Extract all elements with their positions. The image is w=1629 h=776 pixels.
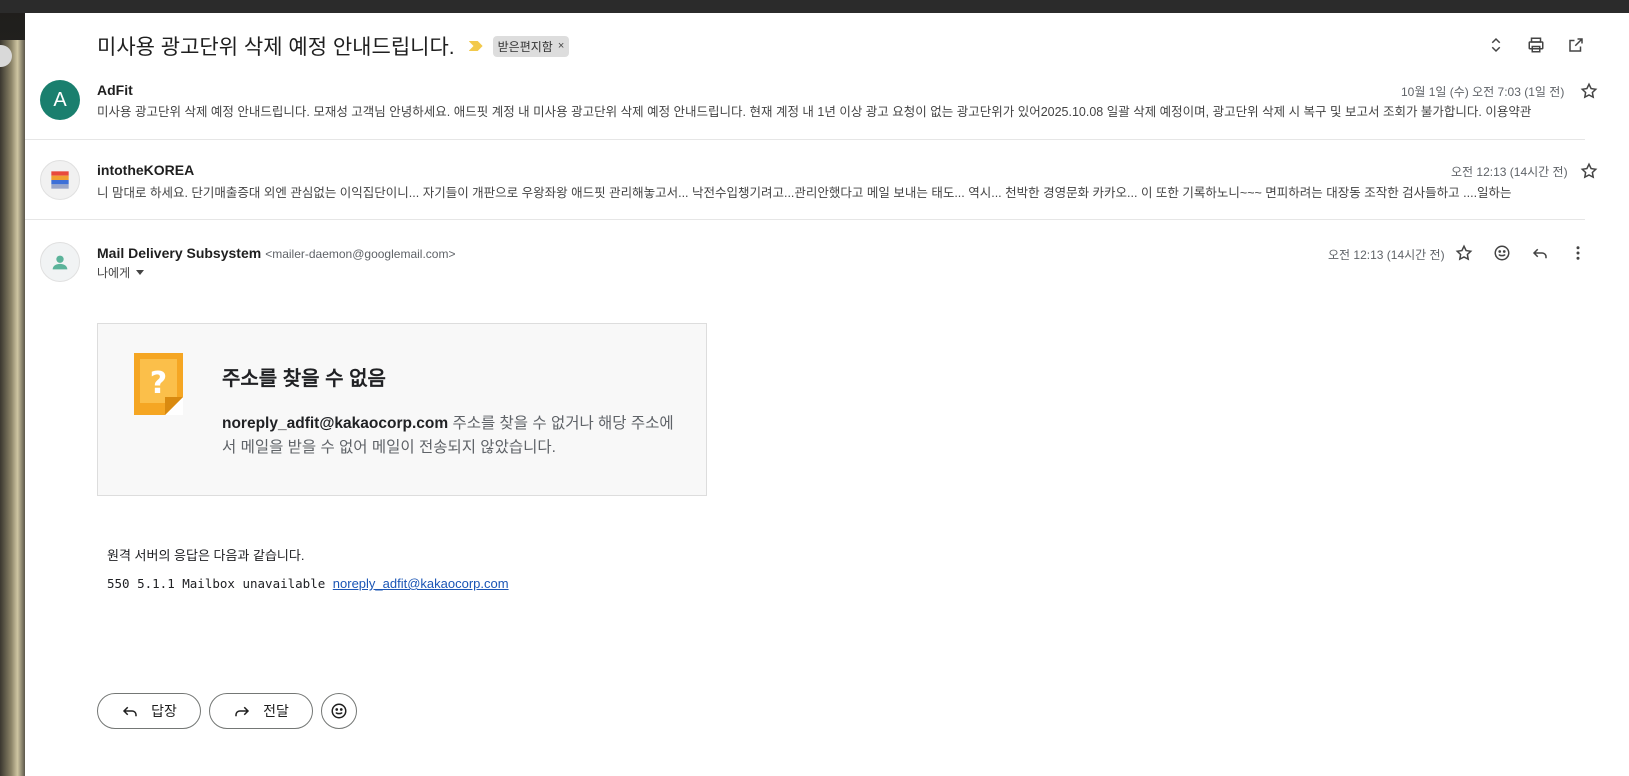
message-sender[interactable]: intotheKOREA xyxy=(97,162,194,178)
message-snippet[interactable]: 미사용 광고단위 삭제 예정 안내드립니다. 모재성 고객님 안녕하세요. 애드… xyxy=(97,101,1537,120)
sender-avatar[interactable] xyxy=(40,242,80,282)
sender-name: Mail Delivery Subsystem xyxy=(97,245,262,261)
print-icon[interactable] xyxy=(1527,36,1545,54)
emoji-reaction-button[interactable] xyxy=(321,693,357,729)
message-snippet[interactable]: 니 맘대로 하세요. 단기매출증대 외엔 관심없는 이익집단이니... 자기들이… xyxy=(97,182,1537,201)
message-divider xyxy=(25,139,1585,140)
message-divider xyxy=(25,219,1585,220)
sender-email: <mailer-daemon@googlemail.com> xyxy=(265,247,456,261)
open-message-time: 오전 12:13 (14시간 전) xyxy=(1328,248,1445,262)
emoji-reaction-icon[interactable] xyxy=(1493,244,1511,262)
label-remove-icon[interactable]: × xyxy=(558,40,564,52)
open-in-new-window-icon[interactable] xyxy=(1567,36,1585,54)
star-icon[interactable] xyxy=(1580,162,1598,180)
subject-row: 미사용 광고단위 삭제 예정 안내드립니다. 받은편지함 × xyxy=(97,30,570,62)
reply-button[interactable]: 답장 xyxy=(97,693,201,729)
inbox-label-chip[interactable]: 받은편지함 × xyxy=(492,35,570,57)
open-message-sender[interactable]: Mail Delivery Subsystem <mailer-daemon@go… xyxy=(97,245,455,261)
question-mark-note-icon: ? xyxy=(134,353,183,415)
more-options-icon[interactable] xyxy=(1569,244,1587,262)
smtp-response: 550 5.1.1 Mailbox unavailable noreply_ad… xyxy=(107,576,509,591)
desktop-background xyxy=(0,40,25,776)
reply-icon[interactable] xyxy=(1531,244,1549,262)
browser-top-bar xyxy=(0,0,1629,13)
bounce-description: noreply_adfit@kakaocorp.com 주소를 찾을 수 없거나… xyxy=(222,412,682,460)
sender-avatar[interactable] xyxy=(40,160,80,200)
remote-server-label: 원격 서버의 응답은 다음과 같습니다. xyxy=(107,548,305,563)
reply-label: 답장 xyxy=(151,703,177,719)
sender-avatar[interactable]: A xyxy=(40,80,80,120)
bounce-title: 주소를 찾을 수 없음 xyxy=(222,368,386,390)
message-actions xyxy=(1455,244,1587,262)
recipient-details-toggle[interactable]: 나에게 xyxy=(97,264,145,281)
expand-collapse-icon[interactable] xyxy=(1487,36,1505,54)
forward-label: 전달 xyxy=(263,703,289,719)
message-time: 10월 1일 (수) 오전 7:03 (1일 전) xyxy=(1401,85,1565,99)
reply-icon xyxy=(123,706,137,717)
label-text: 받은편지함 xyxy=(497,39,553,54)
smtp-code: 550 5.1.1 Mailbox unavailable xyxy=(107,576,333,591)
message-time: 오전 12:13 (14시간 전) xyxy=(1451,165,1568,179)
thread-subject: 미사용 광고단위 삭제 예정 안내드립니다. xyxy=(97,36,455,59)
star-icon[interactable] xyxy=(1455,244,1473,262)
forward-button[interactable]: 전달 xyxy=(209,693,313,729)
bounce-address: noreply_adfit@kakaocorp.com xyxy=(222,415,449,432)
emoji-icon xyxy=(331,703,347,719)
star-icon[interactable] xyxy=(1580,82,1598,100)
message-sender[interactable]: AdFit xyxy=(97,82,133,98)
importance-marker-icon[interactable] xyxy=(468,41,483,51)
delivery-failure-notice: ? 주소를 찾을 수 없음 noreply_adfit@kakaocorp.co… xyxy=(97,323,707,496)
thread-toolbar xyxy=(1487,36,1585,54)
forward-icon xyxy=(235,706,250,717)
chevron-down-icon xyxy=(136,270,145,275)
svg-text:?: ? xyxy=(150,366,167,401)
recipient-label: 나에게 xyxy=(97,266,131,280)
bounced-address-link[interactable]: noreply_adfit@kakaocorp.com xyxy=(333,576,509,591)
